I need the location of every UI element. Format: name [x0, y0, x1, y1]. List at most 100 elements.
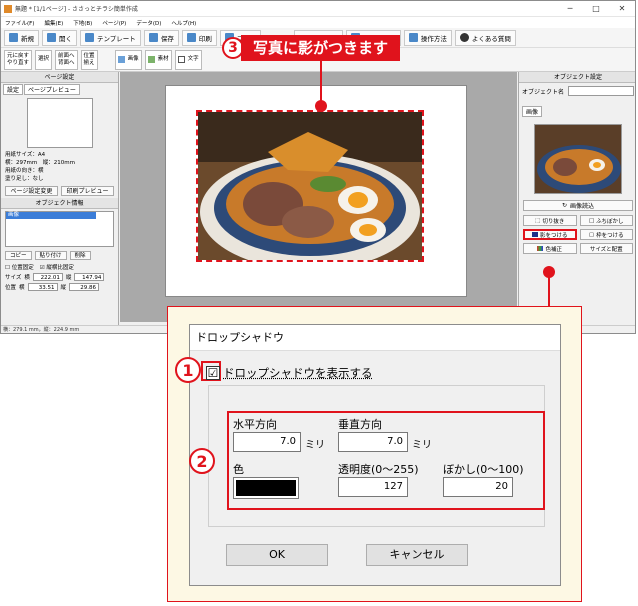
color-correct-label: 色補正 [545, 246, 562, 253]
horizontal-offset-field[interactable]: 7.0 [233, 432, 301, 452]
print-button[interactable]: 印刷 [181, 29, 217, 46]
size-position-button[interactable]: サイズと配置 [579, 243, 633, 254]
vertical-unit: ミリ [412, 440, 432, 451]
flyer-page[interactable] [165, 85, 467, 297]
faq-button[interactable]: よくある質問 [454, 29, 516, 46]
left-panel: ページ設定 設定 ページプレビュー 用紙サイズ：A4 横：297mm 縦：210… [1, 72, 119, 327]
select-button[interactable]: 選択 [35, 49, 53, 70]
position-label: 位置 [5, 285, 17, 291]
vertical-offset-field[interactable]: 7.0 [338, 432, 408, 452]
frame-icon: ▢ [588, 231, 595, 238]
list-item[interactable]: 画像 [6, 212, 96, 219]
order-button[interactable]: 前面へ 背面へ [55, 49, 78, 70]
x-field[interactable]: 33.51 [27, 283, 58, 291]
delete-button[interactable]: 削除 [69, 251, 91, 260]
menu-edit[interactable]: 編集(E) [44, 19, 63, 27]
x-label: 横 [19, 285, 25, 291]
ok-button[interactable]: OK [226, 544, 328, 566]
menu-bar: ファイル(F) 編集(E) 下地(B) ページ(P) データ(D) ヘルプ(H) [1, 17, 635, 28]
shadow-connector-line [548, 272, 550, 306]
object-name-label: オブジェクト名 [522, 88, 565, 96]
orientation-text: 用紙の向き：横 [5, 168, 44, 174]
horizontal-unit: ミリ [305, 440, 325, 451]
load-image-button[interactable]: ↻ 画像読込 [523, 200, 633, 211]
open-icon [47, 33, 56, 42]
align-button[interactable]: 位置 揃え [80, 49, 98, 70]
add-frame-button[interactable]: ▢ 枠をつける [579, 229, 633, 240]
show-shadow-checkbox[interactable]: ☑ [206, 366, 220, 380]
tab-image[interactable]: 画像 [522, 106, 543, 117]
maximize-button[interactable]: □ [583, 4, 609, 13]
color-picker[interactable] [233, 477, 299, 499]
color-correct-button[interactable]: 色補正 [523, 243, 577, 254]
blur-label: ぼかし(0〜100) [443, 463, 524, 476]
height-field[interactable]: 147.94 [74, 273, 105, 281]
callout-3-dot [315, 100, 327, 112]
template-icon [85, 33, 94, 42]
tab-settings[interactable]: 設定 [3, 84, 24, 95]
image-icon [117, 56, 125, 63]
menu-help[interactable]: ヘルプ(H) [171, 19, 196, 27]
right-panel: オブジェクト設定 オブジェクト名 画像 ↻ 画像読込 ⬚ 切り抜き □ ふちぼかし 影… [518, 72, 635, 325]
opacity-field[interactable]: 127 [338, 477, 408, 497]
shadow-icon [531, 232, 538, 237]
crop-button[interactable]: ⬚ 切り抜き [523, 215, 577, 226]
print-preview-button[interactable]: 印刷プレビュー [61, 186, 114, 196]
manual-icon [408, 33, 418, 42]
menu-data[interactable]: データ(D) [136, 19, 161, 27]
template-button[interactable]: テンプレート [80, 29, 141, 46]
menu-base[interactable]: 下地(B) [73, 19, 92, 27]
paper-size-text: 用紙サイズ：A4 [5, 152, 46, 158]
page-preview-thumb [26, 98, 93, 148]
show-shadow-option[interactable]: ☑ ドロップシャドウを表示する [206, 365, 373, 381]
add-frame-label: 枠をつける [596, 232, 624, 239]
paste-button[interactable]: 貼り付け [34, 251, 67, 260]
menu-file[interactable]: ファイル(F) [5, 19, 34, 27]
page-settings-header: ページ設定 [1, 72, 118, 83]
print-icon [186, 33, 196, 42]
new-button[interactable]: 新規 [4, 29, 39, 46]
lock-ratio-checkbox[interactable]: ☑ 縦横比固定 [40, 263, 74, 271]
width-field[interactable]: 222.01 [32, 273, 63, 281]
title-bar: 無題 * [1/1ページ] - ささっとチラシ簡単作成 ─ □ ✕ [1, 1, 635, 17]
save-button[interactable]: 保存 [143, 29, 179, 46]
feather-icon: □ [588, 217, 595, 224]
dialog-title: ドロップシャドウ [190, 325, 560, 351]
object-settings-header: オブジェクト設定 [519, 72, 635, 83]
tab-page-preview[interactable]: ページプレビュー [24, 84, 80, 95]
page-info: 用紙サイズ：A4 横：297mm 縦：210mm 用紙の向き：横 塗り足し：なし [1, 150, 118, 184]
minimize-button[interactable]: ─ [557, 4, 583, 13]
lock-position-checkbox[interactable]: ☐ 位置固定 [5, 263, 34, 271]
width-label: 横 [24, 275, 30, 281]
object-name-input[interactable] [568, 86, 634, 96]
object-list[interactable]: 画像 [5, 211, 114, 247]
close-button[interactable]: ✕ [609, 4, 635, 13]
change-page-settings-button[interactable]: ページ設定変更 [5, 186, 58, 196]
thumb-photo [535, 125, 621, 193]
photo-object[interactable] [196, 110, 424, 270]
manual-button[interactable]: 操作方法 [403, 29, 452, 46]
undo-redo-button[interactable]: 元に戻す やり直す [4, 49, 33, 70]
size-label: サイズ [5, 275, 22, 281]
callout-3: 3 写真に影がつきます [222, 35, 401, 61]
height-label: 縦 [65, 275, 72, 281]
feather-button[interactable]: □ ふちぼかし [579, 215, 633, 226]
insert-material-button[interactable]: 素材 [144, 49, 172, 70]
y-field[interactable]: 29.86 [69, 283, 100, 291]
ramen-photo [198, 112, 422, 270]
image-thumbnail [534, 124, 622, 194]
insert-image-button[interactable]: 画像 [114, 49, 142, 70]
add-shadow-button[interactable]: 影をつける [523, 229, 577, 240]
insert-text-button[interactable]: 文字 [174, 49, 202, 70]
menu-page[interactable]: ページ(P) [102, 19, 126, 27]
feather-label: ふちぼかし [596, 218, 624, 225]
paper-dims-text: 横：297mm 縦：210mm [5, 160, 75, 166]
blur-field[interactable]: 20 [443, 477, 513, 497]
cancel-button[interactable]: キャンセル [366, 544, 468, 566]
app-icon [4, 4, 12, 13]
copy-button[interactable]: コピー [5, 251, 32, 260]
color-label: 色 [233, 463, 244, 476]
window-title: 無題 * [1/1ページ] - ささっとチラシ簡単作成 [15, 6, 138, 13]
open-button[interactable]: 開く [42, 29, 77, 46]
material-icon [147, 56, 155, 63]
